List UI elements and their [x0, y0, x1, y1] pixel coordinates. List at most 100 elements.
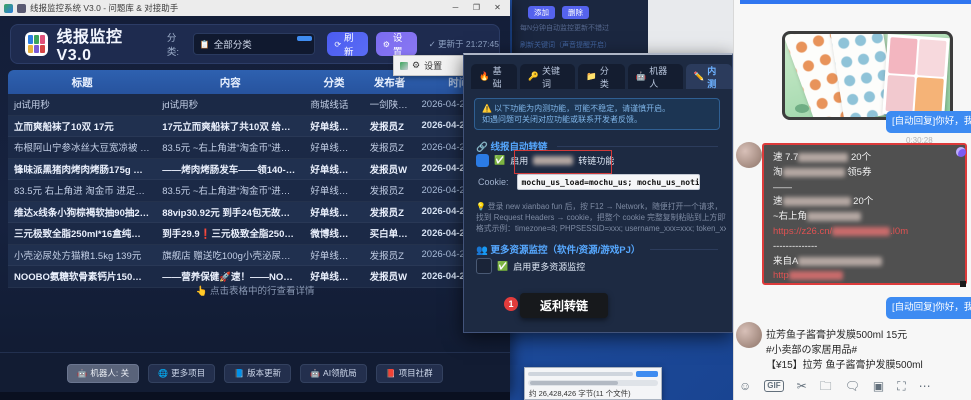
cell-category: 好单线报-...: [304, 248, 363, 262]
resources-checkbox-row[interactable]: ✅ 启用更多资源监控: [476, 258, 585, 274]
cell-content: 到手29.9❗三元极致全脂250ml*16...: [156, 226, 304, 240]
window-thumb-icon: [400, 62, 408, 70]
scrollbar-thumb[interactable]: [530, 381, 618, 385]
message-line: --------------: [773, 240, 956, 255]
cell-title: 三元极致全脂250ml*16盒纯牛奶 29....: [8, 226, 156, 240]
status-bar: 约 26,428,426 字节(11 个文件): [525, 388, 661, 399]
annotation-resize-handle[interactable]: [960, 281, 966, 287]
cell-title: 小壳泌尿处方猫粮1.5kg 139元: [8, 248, 156, 262]
redacted-text: [798, 257, 882, 266]
footer-button[interactable]: 🤖AI领航局: [300, 364, 367, 383]
message-text: --------------: [773, 241, 817, 252]
tab-分类[interactable]: 📁分类: [578, 64, 624, 89]
footer-toolbar: 🤖机器人: 关 🌐更多项目 📘版本更新 🤖AI领航局 📕项目社群: [0, 352, 510, 393]
horizontal-scrollbar[interactable]: [528, 380, 658, 386]
footer-button-label: 更多项目: [171, 367, 205, 379]
table-body: jd试用秒jd试用秒商城线话一剑陕上做...2026-04-22 21:2立而爽…: [8, 94, 502, 288]
footer-button-icon: 📘: [234, 369, 244, 378]
background-window: 添加 删除 每N分钟自动监控更新不错过 刷新关键词（声音提醒开启）: [512, 0, 648, 53]
cell-category: 好单线报-...: [304, 183, 363, 197]
close-button[interactable]: ✕: [489, 0, 506, 16]
delete-button[interactable]: 删除: [562, 6, 589, 19]
table-row[interactable]: 三元极致全脂250ml*16盒纯牛奶 29....到手29.9❗三元极致全脂25…: [8, 223, 502, 245]
cell-publisher: 发报员Z: [364, 248, 416, 262]
chat-window: [自动回复]你好，我现 0:30:28 速 7.7 20个淘 领5券——速 20…: [733, 0, 971, 400]
gear-icon: ⚙: [412, 60, 420, 71]
table-row[interactable]: 维达x线条小狗棕褐软抽90抽24包 ...88vip30.92元 到手24包无故…: [8, 202, 502, 224]
prop-decoration: [795, 104, 809, 113]
warning-line: 如遇问题可关闭对应功能或联系开发者反馈。: [482, 114, 712, 125]
check-icon: ✅: [497, 261, 508, 272]
avatar[interactable]: [736, 322, 762, 348]
column-header: 分类: [304, 75, 363, 90]
taskbar-preview-tooltip: ⚙ 设置: [393, 55, 465, 76]
refresh-icon: ⟳: [334, 40, 341, 49]
message-text: 来自A: [773, 256, 798, 267]
capture-icon[interactable]: ⛶: [897, 377, 905, 395]
cell-publisher: 发报员Z: [364, 205, 416, 219]
cell-category: 好单线报-...: [304, 205, 363, 219]
chat-image-stickers[interactable]: [782, 31, 953, 120]
message-text: ——: [773, 182, 792, 193]
add-button[interactable]: 添加: [528, 6, 555, 19]
footer-button[interactable]: 🤖机器人: 关: [67, 364, 139, 383]
cell-publisher: 发报员Z: [364, 140, 416, 154]
redacted-text: [783, 197, 851, 206]
selection-chip: [636, 371, 658, 377]
more-icon[interactable]: ⋯: [919, 377, 931, 395]
tab-内测[interactable]: ✏️内测: [686, 64, 732, 89]
refresh-button[interactable]: ⟳ 刷新: [327, 32, 367, 56]
message-line: ~右上角: [773, 210, 956, 225]
table-row[interactable]: jd试用秒jd试用秒商城线话一剑陕上做...2026-04-22 21:2: [8, 94, 502, 116]
redacted-text: [783, 168, 845, 177]
image-icon[interactable]: ▣: [873, 377, 884, 395]
cookie-input[interactable]: mochu_us_load=mochu_us; mochu_us_notice: [517, 174, 700, 190]
redacted-text: [832, 227, 890, 236]
minimize-button[interactable]: ─: [447, 0, 464, 16]
category-dropdown[interactable]: 📋 全部分类: [193, 33, 316, 55]
table-row[interactable]: 布根阿山宁参冰丝大豆宽凉被 83.5元83.5元 ~右上角进“淘金币”进足迹..…: [8, 137, 502, 159]
checkbox-label: 启用更多资源监控: [513, 260, 585, 273]
emoji-icon[interactable]: ☺: [739, 377, 751, 395]
message-line: 来自A: [773, 255, 956, 270]
feed-table: 标题内容分类发布者时间 jd试用秒jd试用秒商城线话一剑陕上做...2026-0…: [8, 70, 502, 288]
desktop: 添加 删除 每N分钟自动监控更新不错过 刷新关键词（声音提醒开启） 线报监控系统…: [0, 0, 971, 400]
category-label: 分类:: [167, 30, 187, 58]
gif-icon[interactable]: GIF: [764, 380, 783, 392]
table-row[interactable]: 83.5元 右上角进 淘金币 进足迹拍 有...83.5元 ~右上角进“淘金币”…: [8, 180, 502, 202]
checkbox-unchecked[interactable]: [476, 258, 492, 274]
message-line: http: [773, 269, 956, 284]
redacted-text: [789, 271, 843, 280]
tab-关键词[interactable]: 🔑关键词: [520, 64, 575, 89]
table-hint: 👆 点击表格中的行查看详情: [8, 283, 502, 297]
footer-button-label: 机器人: 关: [90, 367, 129, 379]
chat-history-icon[interactable]: 🗨: [845, 377, 860, 395]
footer-button[interactable]: 📕项目社群: [376, 364, 443, 383]
message-text: 淘: [773, 167, 783, 178]
preview-label: 设置: [424, 59, 442, 72]
avatar[interactable]: [736, 142, 762, 168]
beta-warning: ⚠️ 以下功能为内测功能，可能不稳定，请谨慎开启。 如遇问题可关闭对应功能或联系…: [474, 98, 720, 130]
cell-content: 88vip30.92元 到手24包无故垫4.48...: [156, 205, 304, 219]
footer-button[interactable]: 🌐更多项目: [148, 364, 215, 383]
chat-window-top-border: [740, 0, 971, 4]
checkbox-checked[interactable]: [476, 154, 489, 167]
tab-机器人[interactable]: 🤖机器人: [628, 64, 683, 89]
screenshot-icon[interactable]: ✂: [797, 377, 807, 395]
message-text: 速 7.7: [773, 152, 798, 163]
settings-dialog: 🔥基础🔑关键词📁分类🤖机器人✏️内测 ⚠️ 以下功能为内测功能，可能不稳定，请谨…: [463, 53, 733, 333]
window-title: 线报监控系统 V3.0 - 问题库 & 对接助手: [30, 2, 443, 14]
table-row[interactable]: 立而爽船袜了10双 17元17元立而爽船袜了共10双 给季恒后石...好单线报-…: [8, 116, 502, 138]
table-row[interactable]: 锋味派黑猪肉烤肉烤肠175g 任选5件...——烤肉烤肠发车——领140-60补…: [8, 159, 502, 181]
tab-基础[interactable]: 🔥基础: [471, 64, 517, 89]
file-icon[interactable]: 🗀: [820, 377, 832, 395]
settings-button[interactable]: ⚙ 设置: [376, 32, 417, 56]
redacted-text: [798, 153, 848, 162]
tab-label: 分类: [600, 64, 617, 90]
tab-icon: ✏️: [694, 71, 705, 82]
footer-button[interactable]: 📘版本更新: [224, 364, 291, 383]
cell-category: 微博线报-...: [304, 226, 363, 240]
cell-content: 83.5元 ~右上角进“淘金币”进足迹...: [156, 183, 304, 197]
maximize-button[interactable]: ❐: [468, 0, 485, 16]
table-row[interactable]: 小壳泌尿处方猫粮1.5kg 139元旗舰店 赠送吃100g小壳泌尿处方猫粮...…: [8, 245, 502, 267]
